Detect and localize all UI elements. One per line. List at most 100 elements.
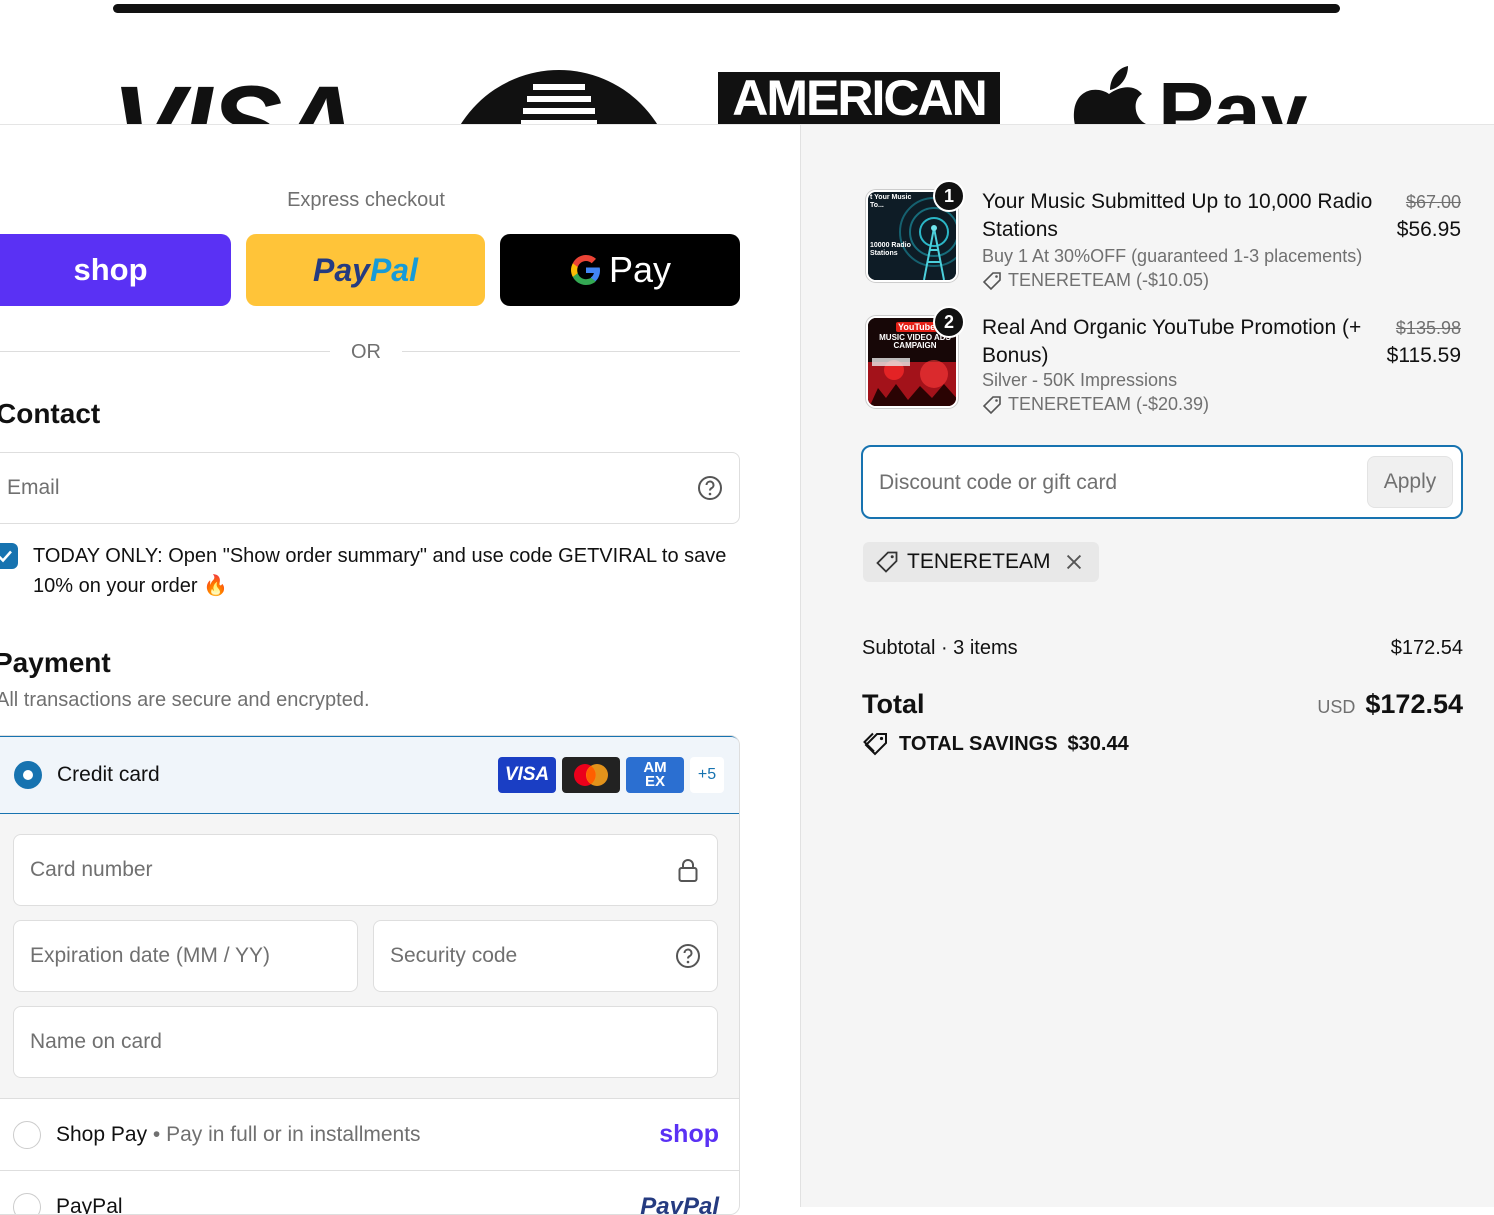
total-row: Total USD $172.54: [861, 689, 1463, 729]
help-icon[interactable]: [675, 943, 701, 969]
subtotal-row: Subtotal · 3 items $172.54: [861, 637, 1463, 667]
line-item: YouTube MUSIC VIDEO ADS CAMPAIGN 2 Real …: [861, 314, 1461, 424]
quantity-badge: 2: [933, 306, 965, 338]
item-name: Your Music Submitted Up to 10,000 Radio …: [982, 188, 1382, 244]
apple-pay-text: Pay: [1158, 70, 1307, 125]
help-icon[interactable]: [697, 475, 723, 501]
checkout-form: Express checkout shop PayPal Pay OR Cont…: [0, 125, 800, 1207]
paypal-express-button[interactable]: PayPal: [246, 234, 485, 306]
or-divider: OR: [0, 338, 740, 366]
tag-icon: [863, 731, 889, 757]
checkmark-icon: [0, 543, 18, 569]
total-savings: TOTAL SAVINGS $30.44: [863, 731, 1129, 757]
total-amount: USD $172.54: [1317, 689, 1463, 720]
amex-badge-bottom: EX: [643, 775, 666, 789]
lock-icon: [675, 857, 701, 883]
apply-discount-button[interactable]: Apply: [1367, 456, 1453, 508]
shop-pay-option[interactable]: Shop Pay • Pay in full or in installment…: [0, 1098, 740, 1170]
shop-pay-option-label: Shop Pay • Pay in full or in installment…: [56, 1123, 421, 1147]
item-name: Real And Organic YouTube Promotion (+ Bo…: [982, 314, 1382, 370]
credit-card-radio[interactable]: [14, 761, 42, 789]
fire-emoji: 🔥: [203, 575, 228, 597]
expiration-date-placeholder: Expiration date (MM / YY): [30, 944, 357, 968]
mastercard-logo: [443, 66, 675, 125]
order-summary: t Your Music To... 10000 Radio Stations …: [800, 125, 1494, 1207]
tag-icon: [982, 271, 1002, 291]
youtube-logo-text: YouTube: [896, 322, 937, 332]
shop-pay-label: shop: [73, 252, 147, 288]
payment-methods: Credit card VISA AM EX +5: [0, 735, 740, 1215]
banner-divider: [113, 4, 1340, 13]
email-field[interactable]: Email: [0, 452, 740, 524]
tag-icon: [875, 550, 899, 574]
or-line-left: [0, 351, 330, 352]
card-logos-banner: VISA AMERICAN Pay: [0, 0, 1494, 125]
item-price: $56.95: [1397, 218, 1461, 242]
quantity-badge: 1: [933, 180, 965, 212]
item-original-price: $135.98: [1396, 318, 1461, 339]
offer-text: TODAY ONLY: Open "Show order summary" an…: [33, 545, 726, 597]
paypal-label-part1: Pay: [313, 252, 370, 289]
offer-label: TODAY ONLY: Open "Show order summary" an…: [33, 541, 738, 601]
paypal-option-label: PayPal: [56, 1195, 123, 1215]
total-value: $172.54: [1365, 689, 1463, 720]
item-discount-text: TENERETEAM (-$10.05): [1008, 270, 1209, 291]
discount-code-field[interactable]: Discount code or gift card Apply: [861, 445, 1463, 519]
credit-card-label: Credit card: [57, 763, 160, 787]
tag-icon: [982, 395, 1002, 415]
item-original-price: $67.00: [1406, 192, 1461, 213]
shop-pay-name: Shop Pay: [56, 1123, 147, 1146]
email-placeholder: Email: [7, 476, 739, 500]
expiration-date-field[interactable]: Expiration date (MM / YY): [13, 920, 358, 992]
mastercard-icon: [571, 762, 611, 788]
applied-discount-code: TENERETEAM: [907, 550, 1051, 574]
shop-pay-description: • Pay in full or in installments: [147, 1123, 420, 1146]
name-on-card-field[interactable]: Name on card: [13, 1006, 718, 1078]
item-discount-text: TENERETEAM (-$20.39): [1008, 394, 1209, 415]
item-variant: Buy 1 At 30%OFF (guaranteed 1-3 placemen…: [982, 246, 1362, 267]
amex-logo: AMERICAN: [718, 72, 1000, 124]
security-code-field[interactable]: Security code: [373, 920, 718, 992]
visa-badge: VISA: [498, 757, 556, 793]
shop-pay-logo: shop: [659, 1120, 719, 1149]
apple-pay-logo: Pay: [1068, 64, 1307, 125]
item-discount: TENERETEAM (-$20.39): [982, 394, 1209, 415]
shop-pay-express-button[interactable]: shop: [0, 234, 231, 306]
item-variant: Silver - 50K Impressions: [982, 370, 1177, 391]
remove-discount-icon[interactable]: [1063, 551, 1085, 573]
contact-heading: Contact: [0, 398, 100, 430]
paypal-radio[interactable]: [13, 1193, 41, 1215]
discount-code-placeholder: Discount code or gift card: [879, 471, 1117, 495]
credit-card-option[interactable]: Credit card VISA AM EX +5: [0, 736, 740, 814]
item-discount: TENERETEAM (-$10.05): [982, 270, 1209, 291]
savings-value: $30.44: [1068, 733, 1129, 756]
offer-checkbox[interactable]: [0, 543, 18, 569]
paypal-option[interactable]: PayPal PayPal: [0, 1170, 740, 1215]
security-code-placeholder: Security code: [390, 944, 717, 968]
google-pay-express-button[interactable]: Pay: [500, 234, 740, 306]
express-checkout-title: Express checkout: [0, 189, 732, 212]
google-g-icon: [569, 253, 603, 287]
card-number-field[interactable]: Card number: [13, 834, 718, 906]
paypal-label-part2: Pal: [370, 252, 418, 289]
accepted-cards: VISA AM EX +5: [498, 757, 724, 793]
or-text: OR: [330, 338, 402, 366]
thumbnail-caption-top: t Your Music To...: [870, 194, 914, 210]
name-on-card-placeholder: Name on card: [30, 1030, 717, 1054]
card-number-placeholder: Card number: [30, 858, 717, 882]
shop-pay-radio[interactable]: [13, 1121, 41, 1149]
paypal-logo: PayPal: [640, 1193, 719, 1215]
currency-code: USD: [1317, 697, 1355, 718]
applied-discount-chip: TENERETEAM: [863, 542, 1099, 582]
savings-label: TOTAL SAVINGS: [899, 733, 1058, 756]
payment-subheading: All transactions are secure and encrypte…: [0, 689, 370, 712]
or-line-right: [402, 351, 740, 352]
total-label: Total: [862, 689, 925, 720]
subtotal-value: $172.54: [1391, 637, 1463, 660]
payment-heading: Payment: [0, 647, 111, 679]
mastercard-badge: [562, 757, 620, 793]
line-item: t Your Music To... 10000 Radio Stations …: [861, 188, 1461, 298]
visa-logo: VISA: [112, 70, 356, 125]
item-price: $115.59: [1387, 344, 1461, 368]
google-pay-label: Pay: [609, 249, 671, 291]
